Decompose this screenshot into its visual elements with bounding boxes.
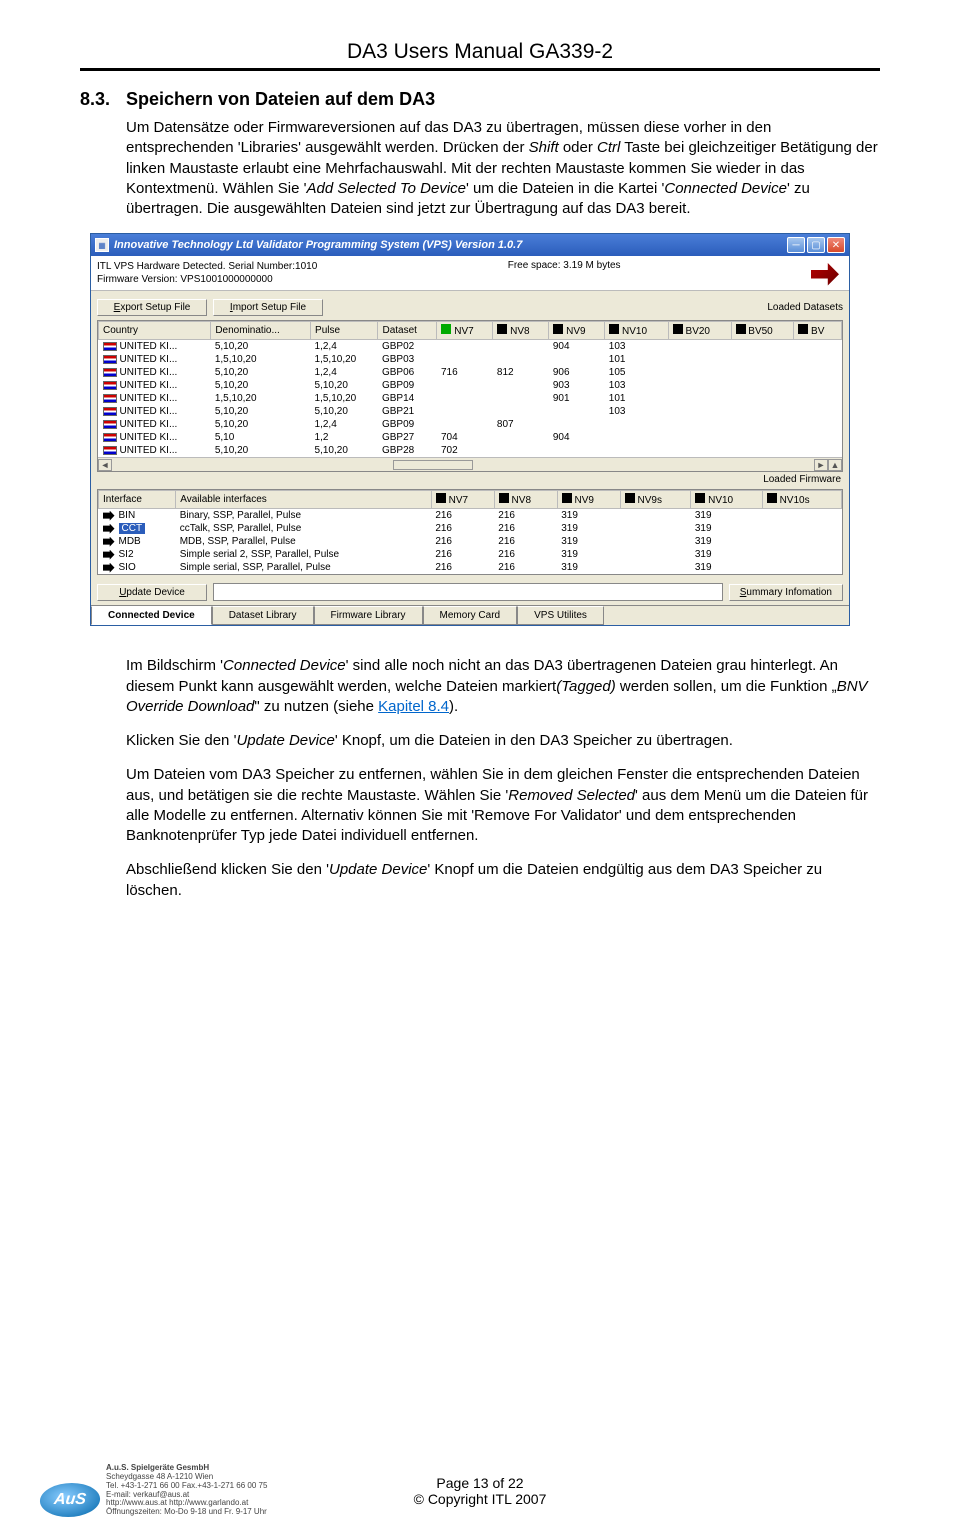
uk-flag-icon [103, 433, 117, 442]
table-row[interactable]: UNITED KI...5,10,201,2,4GBP09807 [99, 418, 842, 431]
grid2-header[interactable]: NV9 [557, 491, 620, 509]
grid1-header[interactable]: Pulse [311, 322, 378, 340]
kapitel-link[interactable]: Kapitel 8.4 [378, 698, 449, 715]
lower-toolbar: Update Device Summary Infomation [91, 575, 849, 605]
doc-header: DA3 Users Manual GA339-2 [80, 40, 880, 71]
grid2-header[interactable]: NV8 [494, 491, 557, 509]
plug-icon [103, 524, 115, 534]
tab-connected-device[interactable]: Connected Device [91, 606, 212, 625]
org-hours: Öffnungszeiten: Mo-Do 9-18 und Fr. 9-17 … [106, 1508, 267, 1517]
export-setup-button[interactable]: EExport Setup Filexport Setup File [97, 299, 207, 316]
uk-flag-icon [103, 407, 117, 416]
banknote-icon [811, 260, 839, 288]
loaded-datasets-label: Loaded Datasets [767, 302, 843, 313]
table-row[interactable]: SIOSimple serial, SSP, Parallel, Pulse21… [99, 561, 842, 574]
table-row[interactable]: UNITED KI...1,5,10,201,5,10,20GBP1490110… [99, 392, 842, 405]
uk-flag-icon [103, 355, 117, 364]
aus-logo-icon: AuS [38, 1483, 102, 1517]
table-row[interactable]: UNITED KI...5,101,2GBP27704904 [99, 431, 842, 444]
window-controls: ─ ▢ ✕ [787, 237, 845, 253]
grid1-header[interactable]: NV9 [549, 322, 605, 340]
datasets-grid[interactable]: CountryDenominatio...PulseDataset NV7 NV… [97, 320, 843, 472]
status-field [213, 583, 723, 601]
vps-app-window: ▦ Innovative Technology Ltd Validator Pr… [90, 233, 850, 626]
grid2-header[interactable]: NV10s [762, 491, 841, 509]
tab-firmware-library[interactable]: Firmware Library [314, 606, 423, 625]
table-row[interactable]: CCTccTalk, SSP, Parallel, Pulse216216319… [99, 522, 842, 535]
table-row[interactable]: BINBinary, SSP, Parallel, Pulse216216319… [99, 509, 842, 523]
info-bar: ITL VPS Hardware Detected. Serial Number… [91, 256, 849, 291]
grid2-header[interactable]: Interface [99, 491, 176, 509]
close-button[interactable]: ✕ [827, 237, 845, 253]
paragraph-3: Klicken Sie den 'Update Device' Knopf, u… [80, 731, 880, 751]
uk-flag-icon [103, 394, 117, 403]
plug-icon [103, 511, 115, 521]
upper-toolbar: EExport Setup Filexport Setup File Impor… [91, 291, 849, 318]
minimize-button[interactable]: ─ [787, 237, 805, 253]
plug-icon [103, 537, 115, 547]
grid1-header[interactable]: BV50 [731, 322, 794, 340]
footer-org-block: AuS A.u.S. Spielgeräte GesmbH Scheydgass… [40, 1464, 267, 1517]
table-row[interactable]: UNITED KI...5,10,205,10,20GBP09903103 [99, 379, 842, 392]
scroll-right-icon[interactable]: ► [814, 459, 828, 471]
table-row[interactable]: UNITED KI...5,10,205,10,20GBP21103 [99, 405, 842, 418]
titlebar: ▦ Innovative Technology Ltd Validator Pr… [91, 234, 849, 256]
update-device-button[interactable]: Update Device [97, 584, 207, 601]
table-row[interactable]: UNITED KI...5,10,205,10,20GBP28702 [99, 444, 842, 457]
app-icon: ▦ [95, 238, 109, 252]
uk-flag-icon [103, 420, 117, 429]
uk-flag-icon [103, 446, 117, 455]
hw-detected-text: ITL VPS Hardware Detected. Serial Number… [97, 260, 317, 273]
tab-dataset-library[interactable]: Dataset Library [212, 606, 314, 625]
loaded-firmware-label: Loaded Firmware [91, 472, 849, 487]
paragraph-5: Abschließend klicken Sie den 'Update Dev… [80, 860, 880, 901]
grid1-header[interactable]: NV7 [437, 322, 493, 340]
horizontal-scrollbar[interactable]: ◄ ► ▲ [98, 457, 842, 471]
grid1-header[interactable]: Country [99, 322, 211, 340]
uk-flag-icon [103, 368, 117, 377]
grid1-header[interactable]: BV [794, 322, 842, 340]
table-row[interactable]: UNITED KI...5,10,201,2,4GBP0671681290610… [99, 366, 842, 379]
section-heading: 8.3.Speichern von Dateien auf dem DA3 [80, 89, 880, 110]
bottom-tabs: Connected Device Dataset Library Firmwar… [91, 605, 849, 625]
grid1-header[interactable]: Dataset [378, 322, 437, 340]
scroll-up-icon[interactable]: ▲ [828, 459, 842, 471]
plug-icon [103, 550, 115, 560]
paragraph-4: Um Dateien vom DA3 Speicher zu entfernen… [80, 765, 880, 846]
table-row[interactable]: SI2Simple serial 2, SSP, Parallel, Pulse… [99, 548, 842, 561]
grid2-header[interactable]: NV9s [620, 491, 691, 509]
import-setup-button[interactable]: Import Setup File [213, 299, 323, 316]
maximize-button[interactable]: ▢ [807, 237, 825, 253]
scroll-thumb[interactable] [393, 460, 473, 470]
grid2-header[interactable]: NV7 [431, 491, 494, 509]
paragraph-2: Im Bildschirm 'Connected Device' sind al… [80, 656, 880, 717]
window-title: Innovative Technology Ltd Validator Prog… [114, 239, 787, 251]
grid1-header[interactable]: NV10 [605, 322, 668, 340]
grid1-header[interactable]: BV20 [668, 322, 731, 340]
grid2-header[interactable]: Available interfaces [176, 491, 432, 509]
summary-info-button[interactable]: Summary Infomation [729, 584, 843, 601]
scroll-left-icon[interactable]: ◄ [98, 459, 112, 471]
paragraph-1: Um Datensätze oder Firmwareversionen auf… [80, 118, 880, 219]
tab-memory-card[interactable]: Memory Card [423, 606, 518, 625]
document-page: DA3 Users Manual GA339-2 8.3.Speichern v… [0, 0, 960, 1527]
fw-version-text: Firmware Version: VPS1001000000000 [97, 273, 317, 286]
uk-flag-icon [103, 342, 117, 351]
grid1-header[interactable]: NV8 [493, 322, 549, 340]
table-row[interactable]: UNITED KI...5,10,201,2,4GBP02904103 [99, 340, 842, 354]
table-row[interactable]: MDBMDB, SSP, Parallel, Pulse216216319319 [99, 535, 842, 548]
uk-flag-icon [103, 381, 117, 390]
free-space-text: Free space: 3.19 M bytes [508, 260, 621, 271]
section-title-text: Speichern von Dateien auf dem DA3 [126, 89, 435, 109]
firmware-grid[interactable]: InterfaceAvailable interfaces NV7 NV8 NV… [97, 489, 843, 575]
grid2-header[interactable]: NV10 [691, 491, 762, 509]
table-row[interactable]: UNITED KI...1,5,10,201,5,10,20GBP03101 [99, 353, 842, 366]
tab-vps-utilities[interactable]: VPS Utilites [517, 606, 604, 625]
grid1-header[interactable]: Denominatio... [211, 322, 311, 340]
plug-icon [103, 563, 115, 573]
section-number: 8.3. [80, 89, 126, 110]
